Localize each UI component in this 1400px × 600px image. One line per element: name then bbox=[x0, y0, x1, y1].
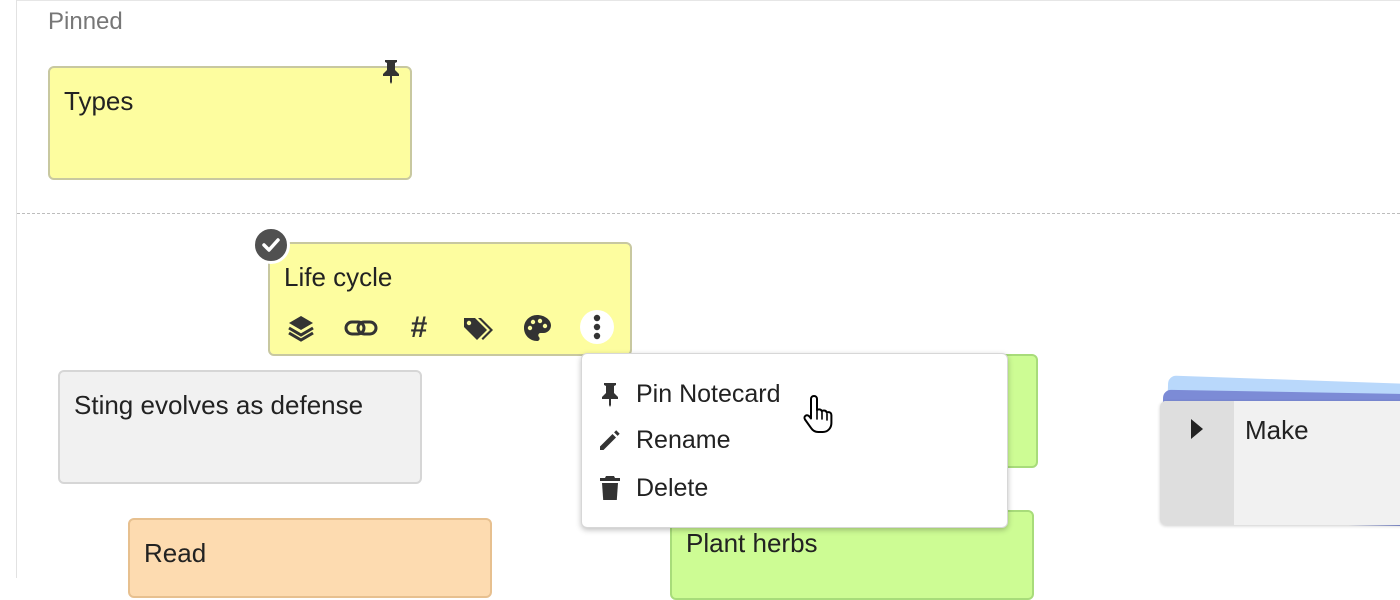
pinned-section-label: Pinned bbox=[48, 8, 123, 35]
notecard-title: Read bbox=[144, 538, 207, 568]
link-icon[interactable] bbox=[344, 310, 378, 346]
notecard-title: Plant herbs bbox=[686, 528, 818, 558]
expand-arrow-icon[interactable] bbox=[1188, 417, 1206, 441]
hand-cursor-icon bbox=[800, 392, 840, 436]
notecard-title: Life cycle bbox=[284, 262, 393, 292]
notecard-stack-make[interactable]: Make bbox=[1160, 401, 1400, 525]
left-border bbox=[16, 0, 17, 578]
notecard-toolbar: # bbox=[284, 310, 624, 350]
stack-gutter bbox=[1160, 401, 1234, 525]
notecard-title: Sting evolves as defense bbox=[74, 390, 364, 420]
menu-item-label: Pin Notecard bbox=[636, 380, 781, 408]
notecard-life-cycle[interactable]: Life cycle # bbox=[252, 226, 632, 356]
hash-icon[interactable]: # bbox=[402, 310, 436, 346]
more-vert-icon[interactable] bbox=[580, 310, 614, 344]
menu-item-label: Delete bbox=[636, 474, 709, 502]
check-icon[interactable] bbox=[252, 226, 290, 264]
pin-icon bbox=[596, 380, 624, 408]
notecard-context-menu: Pin Notecard Rename Delete bbox=[581, 353, 1008, 528]
menu-item-delete[interactable]: Delete bbox=[582, 466, 1007, 510]
menu-item-pin-notecard[interactable]: Pin Notecard bbox=[582, 372, 1007, 416]
pin-icon bbox=[380, 58, 402, 84]
notecard-title: Types bbox=[64, 86, 134, 116]
stack-title: Make bbox=[1245, 415, 1309, 445]
notecard-read[interactable]: Read bbox=[128, 518, 492, 598]
menu-item-label: Rename bbox=[636, 426, 731, 454]
top-border bbox=[16, 0, 1400, 1]
hash-glyph: # bbox=[410, 311, 428, 344]
palette-icon[interactable] bbox=[520, 310, 554, 346]
menu-item-rename[interactable]: Rename bbox=[582, 418, 1007, 462]
notecard-sting[interactable]: Sting evolves as defense bbox=[58, 370, 422, 484]
layers-icon[interactable] bbox=[284, 310, 318, 346]
trash-icon bbox=[596, 474, 624, 502]
tags-icon[interactable] bbox=[460, 310, 494, 346]
pencil-icon bbox=[596, 426, 624, 454]
notecard-types[interactable]: Types bbox=[48, 60, 412, 180]
pinned-divider bbox=[17, 213, 1400, 214]
